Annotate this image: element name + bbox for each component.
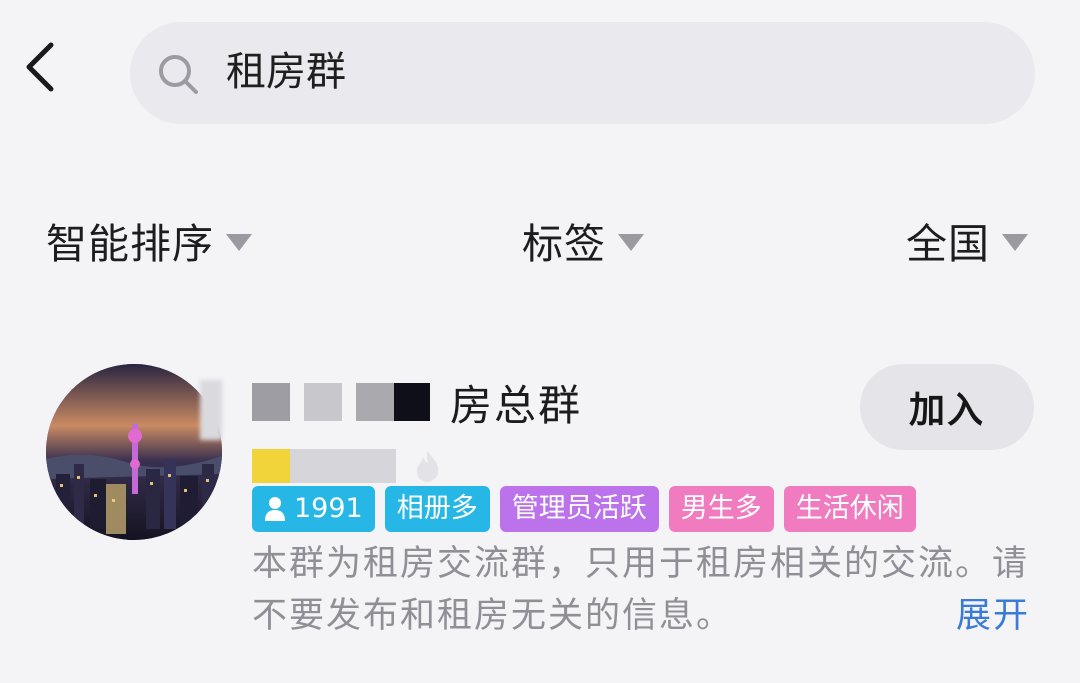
- group-subinfo: [252, 446, 442, 486]
- fire-icon: [417, 451, 439, 482]
- filter-tag[interactable]: 标签: [522, 200, 644, 280]
- filter-tag-label: 标签: [522, 220, 606, 268]
- tag-album: 相册多: [384, 486, 490, 532]
- group-name: 房总群: [450, 380, 583, 430]
- group-tags: 1991 相册多 管理员活跃 男生多 生活休闲: [252, 486, 916, 532]
- triangle-down-icon: [1002, 233, 1028, 251]
- filter-region[interactable]: 全国: [906, 200, 1028, 280]
- search-icon: [159, 55, 198, 94]
- group-result-card[interactable]: 房总群 加入 1991 相册多 管理员活跃 男生多 生活休闲 本群为租房交流群，…: [0, 350, 1080, 683]
- tag-gender: 男生多: [668, 486, 774, 532]
- expand-link[interactable]: 展开: [956, 590, 1030, 642]
- redacted-block: [304, 383, 342, 421]
- filter-sort[interactable]: 智能排序: [46, 200, 252, 280]
- filter-sort-label: 智能排序: [46, 220, 214, 268]
- filter-region-label: 全国: [906, 220, 990, 268]
- redacted-block: [356, 383, 394, 421]
- tag-admin: 管理员活跃: [499, 486, 659, 532]
- redacted-block: [252, 449, 290, 483]
- triangle-down-icon: [618, 233, 644, 251]
- group-avatar[interactable]: [46, 364, 222, 540]
- back-button[interactable]: [18, 38, 62, 96]
- chevron-left-icon: [26, 42, 54, 92]
- group-title: 房总群: [252, 366, 582, 438]
- member-count: 1991: [294, 493, 363, 524]
- city-night-image: [46, 364, 222, 540]
- redacted-block: [394, 383, 430, 421]
- filter-bar: 智能排序 标签 全国: [0, 200, 1080, 280]
- redacted-block: [252, 383, 290, 421]
- join-button[interactable]: 加入: [860, 364, 1034, 450]
- search-box[interactable]: [130, 22, 1035, 124]
- member-count-badge: 1991: [252, 486, 375, 532]
- tag-category: 生活休闲: [783, 486, 916, 532]
- search-header: [0, 0, 1080, 140]
- search-input[interactable]: [226, 44, 986, 100]
- person-icon: [265, 497, 285, 521]
- redacted-block: [290, 449, 396, 483]
- blurred-overlay: [200, 380, 222, 440]
- triangle-down-icon: [226, 233, 252, 251]
- group-description: 本群为租房交流群，只用于租房相关的交流。请不要发布和租房无关的信息。: [252, 544, 1030, 636]
